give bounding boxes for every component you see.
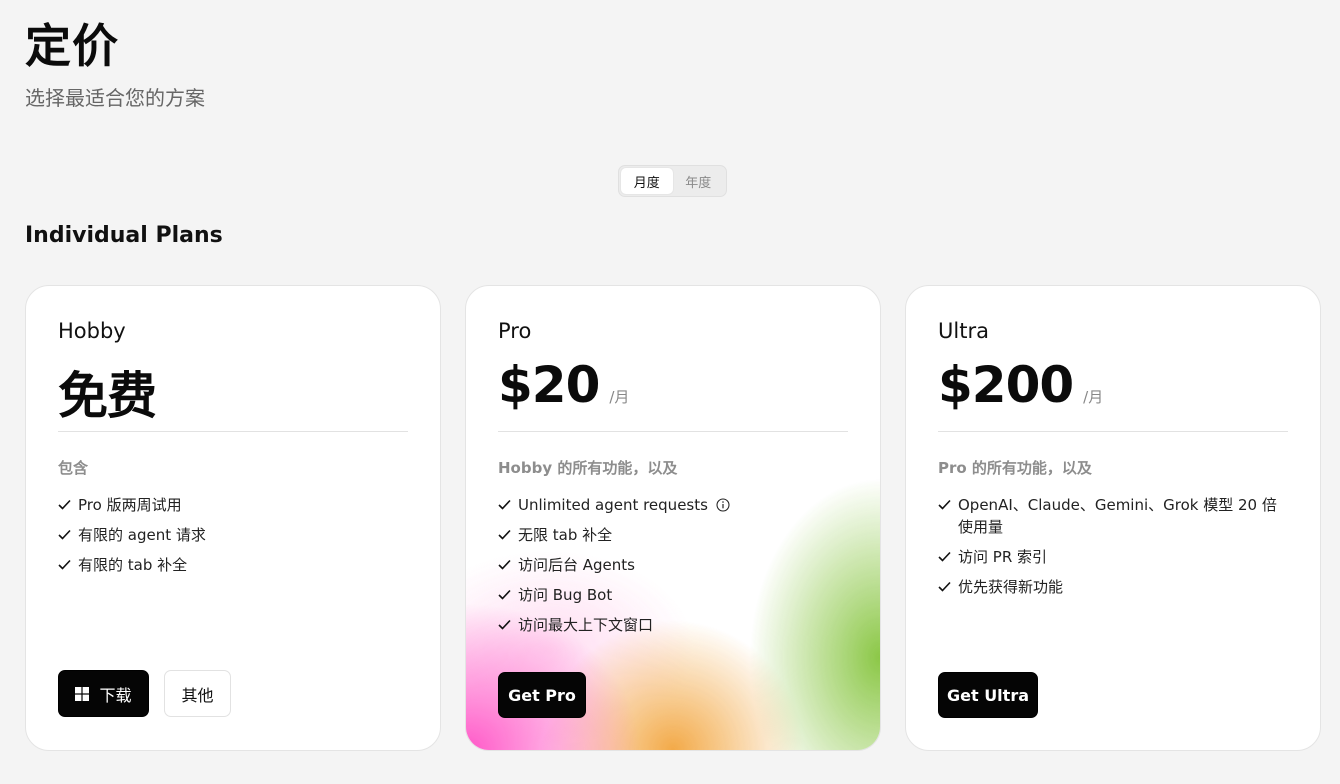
price-row: $200 /月 xyxy=(938,356,1103,414)
feature-item: OpenAI、Claude、Gemini、Grok 模型 20 倍使用量 xyxy=(938,494,1288,538)
windows-icon xyxy=(75,686,90,701)
plan-price: 免费 xyxy=(58,367,157,425)
feature-item: 访问后台 Agents xyxy=(498,554,848,576)
check-icon xyxy=(938,551,951,562)
check-icon xyxy=(498,529,511,540)
feature-text: 有限的 tab 补全 xyxy=(78,556,188,574)
feature-item: 有限的 agent 请求 xyxy=(58,524,408,546)
feature-text: Pro 版两周试用 xyxy=(78,496,182,514)
plan-card-hobby: Hobby 免费 包含 Pro 版两周试用 有限的 agent 请求 有限的 t… xyxy=(25,285,441,751)
feature-item: 有限的 tab 补全 xyxy=(58,554,408,576)
get-pro-button[interactable]: Get Pro xyxy=(498,672,586,718)
feature-list: OpenAI、Claude、Gemini、Grok 模型 20 倍使用量 访问 … xyxy=(938,494,1288,606)
download-button[interactable]: 下载 xyxy=(58,670,149,717)
check-icon xyxy=(938,581,951,592)
feature-text: OpenAI、Claude、Gemini、Grok 模型 20 倍使用量 xyxy=(958,496,1277,536)
plan-card-ultra: Ultra $200 /月 Pro 的所有功能，以及 OpenAI、Claude… xyxy=(905,285,1321,751)
check-icon xyxy=(498,619,511,630)
billing-monthly-option[interactable]: 月度 xyxy=(621,168,673,194)
feature-text: 无限 tab 补全 xyxy=(518,526,613,544)
includes-label: 包含 xyxy=(58,459,89,477)
price-period: /月 xyxy=(1083,388,1104,406)
feature-text: 有限的 agent 请求 xyxy=(78,526,206,544)
check-icon xyxy=(58,559,71,570)
billing-yearly-option[interactable]: 年度 xyxy=(673,168,725,194)
feature-text: 访问后台 Agents xyxy=(518,556,635,574)
divider xyxy=(938,431,1288,432)
feature-item: 访问最大上下文窗口 xyxy=(498,614,848,636)
get-ultra-button[interactable]: Get Ultra xyxy=(938,672,1038,718)
check-icon xyxy=(938,499,951,510)
feature-item: Pro 版两周试用 xyxy=(58,494,408,516)
section-title: Individual Plans xyxy=(25,223,223,248)
divider xyxy=(58,431,408,432)
page-subtitle: 选择最适合您的方案 xyxy=(25,86,205,110)
price-period: /月 xyxy=(609,388,630,406)
feature-item: 访问 Bug Bot xyxy=(498,584,848,606)
plan-price: $20 xyxy=(498,356,600,414)
check-icon xyxy=(498,589,511,600)
feature-text: Unlimited agent requests xyxy=(518,496,708,514)
feature-item: 无限 tab 补全 xyxy=(498,524,848,546)
check-icon xyxy=(58,529,71,540)
feature-item: 访问 PR 索引 xyxy=(938,546,1288,568)
billing-toggle: 月度 年度 xyxy=(618,165,727,197)
plan-name: Pro xyxy=(498,319,532,343)
feature-item: 优先获得新功能 xyxy=(938,576,1288,598)
feature-text-wrap: Unlimited agent requests xyxy=(518,494,730,516)
download-button-label: 下载 xyxy=(99,685,132,705)
check-icon xyxy=(498,499,511,510)
check-icon xyxy=(498,559,511,570)
price-row: $20 /月 xyxy=(498,356,629,414)
feature-list: Pro 版两周试用 有限的 agent 请求 有限的 tab 补全 xyxy=(58,494,408,584)
feature-text: 优先获得新功能 xyxy=(958,578,1064,596)
plan-card-pro: Pro $20 /月 Hobby 的所有功能，以及 Unlimited agen… xyxy=(465,285,881,751)
plan-price: $200 xyxy=(938,356,1074,414)
feature-text: 访问 Bug Bot xyxy=(518,586,613,604)
price-row: 免费 xyxy=(58,356,157,428)
includes-label: Hobby 的所有功能，以及 xyxy=(498,459,678,477)
divider xyxy=(498,431,848,432)
info-icon[interactable] xyxy=(716,498,730,512)
page-title: 定价 xyxy=(25,19,119,73)
includes-label: Pro 的所有功能，以及 xyxy=(938,459,1092,477)
feature-text: 访问最大上下文窗口 xyxy=(518,616,654,634)
plan-name: Ultra xyxy=(938,319,989,343)
other-downloads-button[interactable]: 其他 xyxy=(164,670,231,717)
feature-list: Unlimited agent requests 无限 tab 补全 访问后台 … xyxy=(498,494,848,644)
feature-item: Unlimited agent requests xyxy=(498,494,848,516)
feature-text: 访问 PR 索引 xyxy=(958,548,1048,566)
plan-name: Hobby xyxy=(58,319,126,343)
check-icon xyxy=(58,499,71,510)
